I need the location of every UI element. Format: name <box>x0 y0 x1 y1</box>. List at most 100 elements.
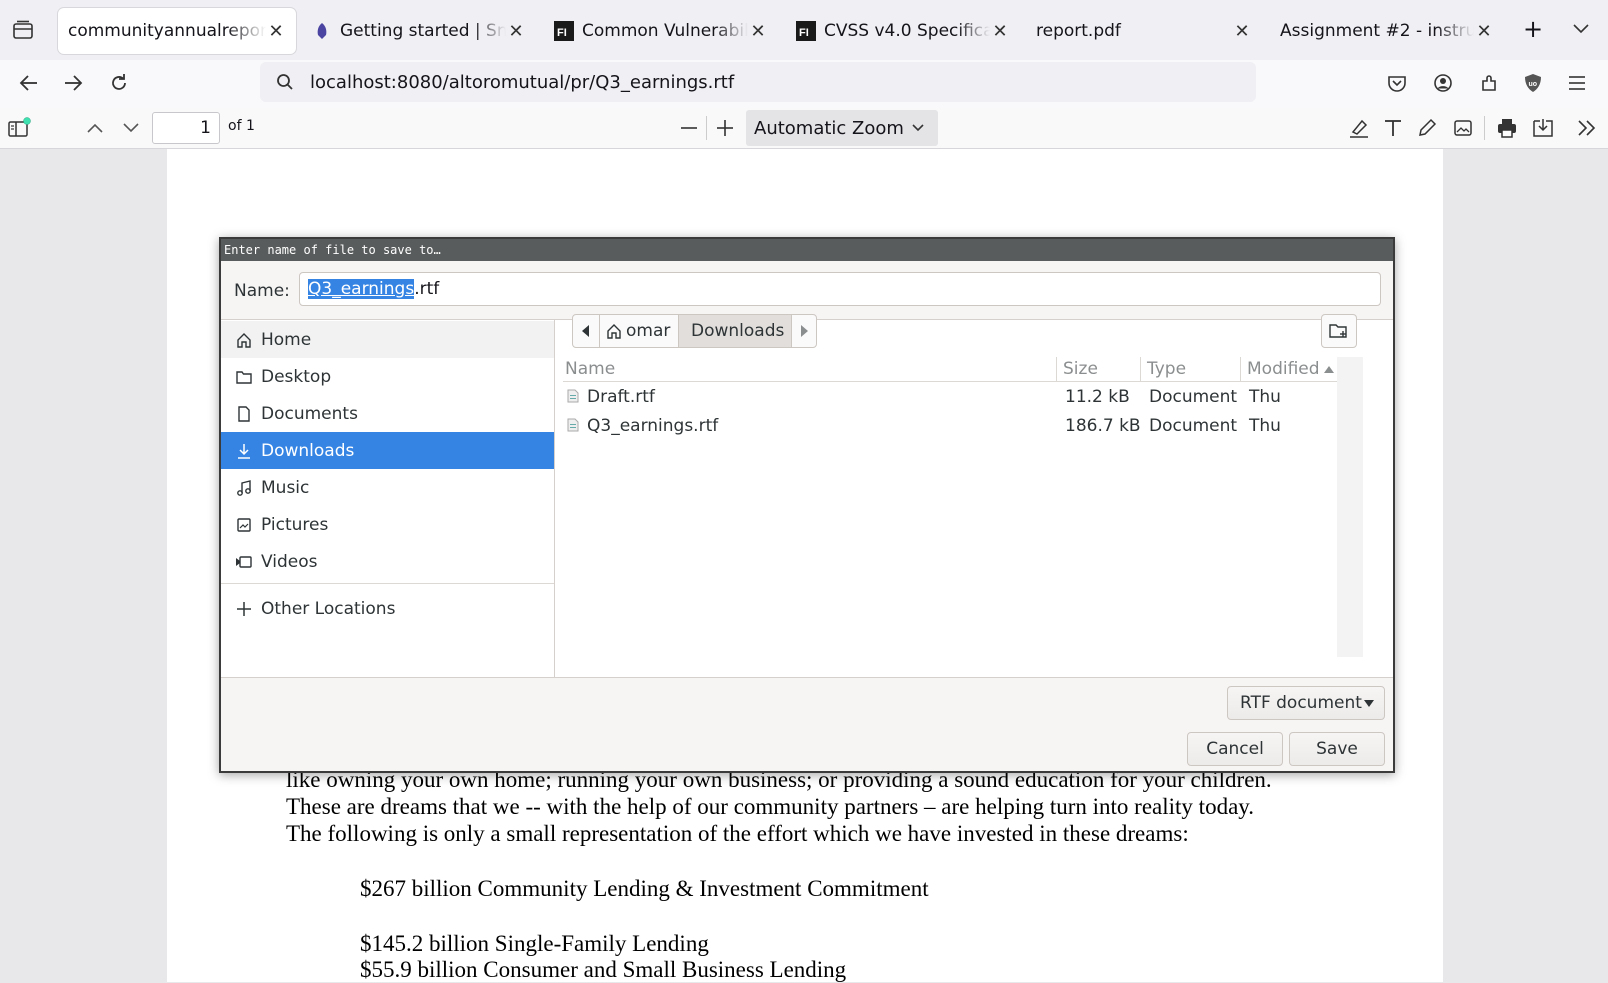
sidebar-item-downloads[interactable]: Downloads <box>221 432 554 469</box>
close-icon[interactable]: ✕ <box>990 21 1010 42</box>
new-folder-button[interactable] <box>1321 314 1357 348</box>
download-icon <box>235 442 253 460</box>
navigation-bar: localhost:8080/altoromutual/pr/Q3_earnin… <box>0 60 1608 109</box>
print-icon[interactable] <box>1494 115 1520 141</box>
tab-assignment[interactable]: Assignment #2 - instructions ✕ <box>1270 8 1504 54</box>
svg-text:FI: FI <box>799 27 809 39</box>
save-button[interactable]: Save <box>1289 732 1385 766</box>
next-page-icon[interactable] <box>118 115 144 141</box>
rtf-file-icon <box>567 418 579 432</box>
back-icon[interactable] <box>16 70 42 96</box>
document-icon <box>235 405 253 423</box>
column-header-type[interactable]: Type <box>1141 357 1241 381</box>
path-button-omar[interactable]: omar <box>599 314 679 348</box>
column-header-size[interactable]: Size <box>1057 357 1141 381</box>
column-header-modified[interactable]: Modified <box>1241 357 1337 381</box>
download-icon[interactable] <box>1530 115 1556 141</box>
more-tools-icon[interactable] <box>1574 115 1600 141</box>
file-modified: Thu <box>1249 387 1281 407</box>
page-number-input[interactable]: 1 <box>152 112 220 144</box>
sidebar-item-pictures[interactable]: Pictures <box>221 506 554 543</box>
tab-title: CVSS v4.0 Specification Document <box>824 21 990 41</box>
tab-strip: communityannualreport.pdf ✕ Getting star… <box>0 0 1608 60</box>
zoom-out-icon[interactable] <box>676 115 702 141</box>
pdf-line: $55.9 billion Consumer and Small Busines… <box>360 957 847 982</box>
image-icon[interactable] <box>1450 115 1476 141</box>
filter-label: RTF document <box>1240 693 1362 713</box>
draw-icon[interactable] <box>1414 115 1440 141</box>
path-back-button[interactable] <box>572 314 600 348</box>
dialog-title: Enter name of file to save to… <box>221 239 1393 261</box>
file-row[interactable]: Q3_earnings.rtf 186.7 kB Document Thu <box>563 412 1337 440</box>
close-icon[interactable]: ✕ <box>1474 21 1494 42</box>
sidebar-item-label: Pictures <box>261 514 329 535</box>
sidebar-item-music[interactable]: Music <box>221 469 554 506</box>
music-icon <box>235 479 253 497</box>
sidebar-item-videos[interactable]: Videos <box>221 543 554 580</box>
account-icon[interactable] <box>1430 70 1456 96</box>
filename-input[interactable]: Q3_earnings .rtf <box>299 272 1381 306</box>
reload-icon[interactable] <box>106 70 132 96</box>
sidebar-item-documents[interactable]: Documents <box>221 395 554 432</box>
sidebar-item-home[interactable]: Home <box>221 321 554 358</box>
path-label: Downloads <box>691 321 785 341</box>
sidebar-toggle-icon[interactable] <box>6 115 32 141</box>
file-size: 11.2 kB <box>1065 387 1130 407</box>
sidebar-item-label: Other Locations <box>261 598 396 619</box>
sidebar-item-other-locations[interactable]: Other Locations <box>221 590 554 627</box>
first-icon: FI <box>796 21 816 41</box>
file-name: Draft.rtf <box>587 387 655 407</box>
home-icon <box>235 331 253 349</box>
video-icon <box>235 553 253 571</box>
pocket-icon[interactable] <box>1384 70 1410 96</box>
page-count: of 1 <box>228 118 255 134</box>
picture-icon <box>235 516 253 534</box>
new-folder-icon <box>1329 323 1349 339</box>
close-icon[interactable]: ✕ <box>266 21 286 42</box>
column-header-name[interactable]: Name <box>563 357 1057 381</box>
extensions-icon[interactable] <box>1476 70 1502 96</box>
tab-list-icon[interactable] <box>10 17 36 43</box>
tab-cvss-v4[interactable]: FI CVSS v4.0 Specification Document ✕ <box>786 8 1020 54</box>
file-name: Q3_earnings.rtf <box>587 416 719 436</box>
file-row[interactable]: Draft.rtf 11.2 kB Document Thu <box>563 383 1337 411</box>
menu-icon[interactable] <box>1564 70 1590 96</box>
text-icon[interactable] <box>1380 115 1406 141</box>
name-label: Name: <box>234 281 290 301</box>
close-icon[interactable]: ✕ <box>1232 21 1252 42</box>
sidebar-item-desktop[interactable]: Desktop <box>221 358 554 395</box>
scrollbar[interactable] <box>1337 357 1363 657</box>
snyk-icon <box>312 21 332 41</box>
plus-icon <box>235 600 253 618</box>
close-icon[interactable]: ✕ <box>748 21 768 42</box>
toolbar-divider <box>1484 116 1485 140</box>
tab-snyk[interactable]: Getting started | Snyk ✕ <box>302 8 536 54</box>
path-forward-button[interactable] <box>791 314 817 348</box>
path-label: omar <box>626 321 671 341</box>
header-divider <box>563 381 1337 382</box>
forward-icon[interactable] <box>60 70 86 96</box>
tab-title: Assignment #2 - instructions <box>1280 21 1474 41</box>
zoom-value: Automatic Zoom <box>754 117 904 139</box>
sidebar-item-label: Downloads <box>261 440 355 461</box>
close-icon[interactable]: ✕ <box>506 21 526 42</box>
chevron-down-icon[interactable] <box>1568 16 1594 42</box>
zoom-in-icon[interactable] <box>712 115 738 141</box>
tab-cvss[interactable]: FI Common Vulnerability Scoring System ✕ <box>544 8 778 54</box>
previous-page-icon[interactable] <box>82 115 108 141</box>
toolbar-divider <box>706 116 707 140</box>
ublock-icon[interactable]: uo <box>1520 70 1546 96</box>
zoom-select[interactable]: Automatic Zoom <box>746 110 938 146</box>
cancel-button[interactable]: Cancel <box>1187 732 1283 766</box>
url-bar[interactable]: localhost:8080/altoromutual/pr/Q3_earnin… <box>260 62 1256 102</box>
tab-title: report.pdf <box>1036 21 1121 41</box>
path-button-downloads[interactable]: Downloads <box>678 314 792 348</box>
tab-communityannualreport[interactable]: communityannualreport.pdf ✕ <box>58 8 296 54</box>
dropdown-arrow-icon <box>1364 700 1374 707</box>
highlight-icon[interactable] <box>1346 115 1372 141</box>
pdf-toolbar: 1 of 1 Automatic Zoom <box>0 108 1608 149</box>
tab-report[interactable]: report.pdf ✕ <box>1028 8 1262 54</box>
new-tab-icon[interactable]: + <box>1520 15 1546 43</box>
file-type-filter[interactable]: RTF document <box>1227 686 1385 720</box>
tab-title: Getting started | Snyk <box>340 21 506 41</box>
